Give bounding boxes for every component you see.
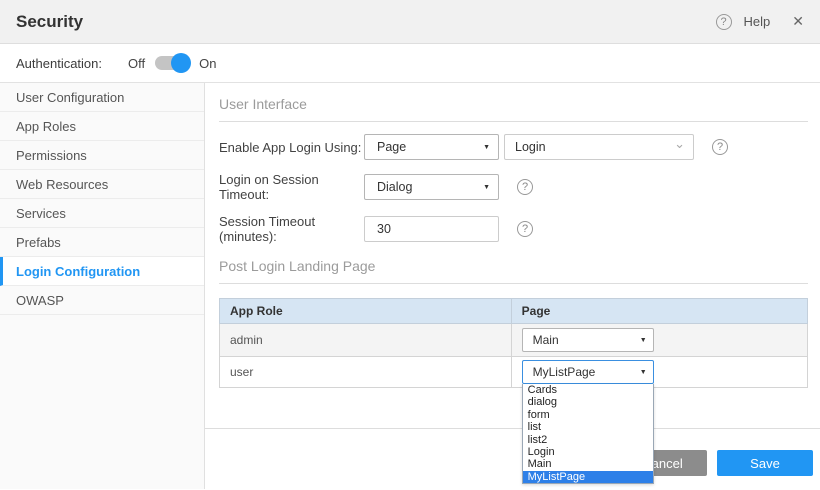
admin-page-select[interactable]: Main ▼ (522, 328, 654, 352)
landing-page-table: App Role Page admin Main ▼ user (219, 298, 808, 388)
dropdown-option-login[interactable]: Login (523, 446, 653, 458)
dropdown-option-form[interactable]: form (523, 409, 653, 421)
column-header-app-role: App Role (220, 299, 512, 324)
chevron-down-icon: ▼ (483, 144, 490, 151)
help-icon[interactable]: ? (712, 139, 728, 155)
dropdown-option-list2[interactable]: list2 (523, 434, 653, 446)
login-page-value: Login (515, 140, 546, 154)
section-title-post-login-landing-page: Post Login Landing Page (219, 258, 808, 284)
session-timeout-label: Session Timeout (minutes): (219, 214, 364, 244)
help-link[interactable]: Help (744, 14, 771, 29)
sidebar-item-app-roles[interactable]: App Roles (0, 112, 204, 141)
session-timeout-type-select[interactable]: Dialog ▼ (364, 174, 499, 200)
admin-page-value: Main (533, 333, 559, 347)
login-type-value: Page (377, 140, 406, 154)
dropdown-option-dialog[interactable]: dialog (523, 396, 653, 408)
dropdown-option-cards[interactable]: Cards (523, 384, 653, 396)
toggle-on-label: On (199, 56, 216, 71)
role-cell-admin: admin (220, 324, 512, 357)
dropdown-option-mylistpage[interactable]: MyListPage (523, 471, 653, 483)
sidebar-item-services[interactable]: Services (0, 199, 204, 228)
toggle-knob (171, 53, 191, 73)
table-row: admin Main ▼ (220, 324, 808, 357)
session-timeout-input[interactable] (364, 216, 499, 242)
sidebar-item-web-resources[interactable]: Web Resources (0, 170, 204, 199)
help-icon[interactable]: ? (716, 14, 732, 30)
login-on-session-timeout-label: Login on Session Timeout: (219, 172, 364, 202)
sidebar-item-login-configuration[interactable]: Login Configuration (0, 257, 204, 286)
page-dropdown-list: Cards dialog form list list2 Login Main … (522, 384, 654, 484)
sidebar: User Configuration App Roles Permissions… (0, 83, 205, 489)
authentication-bar: Authentication: Off On (0, 44, 820, 83)
session-timeout-type-value: Dialog (377, 180, 412, 194)
login-type-select[interactable]: Page ▼ (364, 134, 499, 160)
table-row: user MyListPage ▼ Cards dialog form (220, 357, 808, 388)
session-timeout-minutes-row: Session Timeout (minutes): ? (219, 214, 808, 244)
enable-app-login-label: Enable App Login Using: (219, 140, 364, 155)
chevron-down-icon: ⌄ (674, 140, 685, 148)
sidebar-item-prefabs[interactable]: Prefabs (0, 228, 204, 257)
user-page-select[interactable]: MyListPage ▼ (522, 360, 654, 384)
sidebar-item-user-configuration[interactable]: User Configuration (0, 83, 204, 112)
chevron-down-icon: ▼ (640, 369, 647, 376)
authentication-label: Authentication: (16, 56, 102, 71)
close-icon[interactable]: ✕ (792, 13, 804, 30)
sidebar-item-owasp[interactable]: OWASP (0, 286, 204, 315)
table-header-row: App Role Page (220, 299, 808, 324)
toggle-off-label: Off (128, 56, 145, 71)
column-header-page: Page (511, 299, 807, 324)
page-header: Security ? Help ✕ (0, 0, 820, 44)
main-panel: User Interface Enable App Login Using: P… (205, 83, 820, 489)
sidebar-item-permissions[interactable]: Permissions (0, 141, 204, 170)
dropdown-option-main[interactable]: Main (523, 458, 653, 470)
chevron-down-icon: ▼ (640, 337, 647, 344)
session-timeout-login-row: Login on Session Timeout: Dialog ▼ ? (219, 172, 808, 202)
footer-divider (205, 428, 820, 429)
user-page-value: MyListPage (533, 365, 596, 379)
page-title: Security (16, 12, 716, 32)
dropdown-option-list[interactable]: list (523, 421, 653, 433)
help-icon[interactable]: ? (517, 221, 533, 237)
section-title-user-interface: User Interface (219, 96, 808, 122)
role-cell-user: user (220, 357, 512, 388)
save-button[interactable]: Save (717, 450, 813, 476)
chevron-down-icon: ▼ (483, 184, 490, 191)
enable-app-login-row: Enable App Login Using: Page ▼ Login ⌄ ? (219, 134, 808, 160)
authentication-toggle[interactable] (155, 53, 189, 73)
help-icon[interactable]: ? (517, 179, 533, 195)
login-page-combobox[interactable]: Login ⌄ (504, 134, 694, 160)
